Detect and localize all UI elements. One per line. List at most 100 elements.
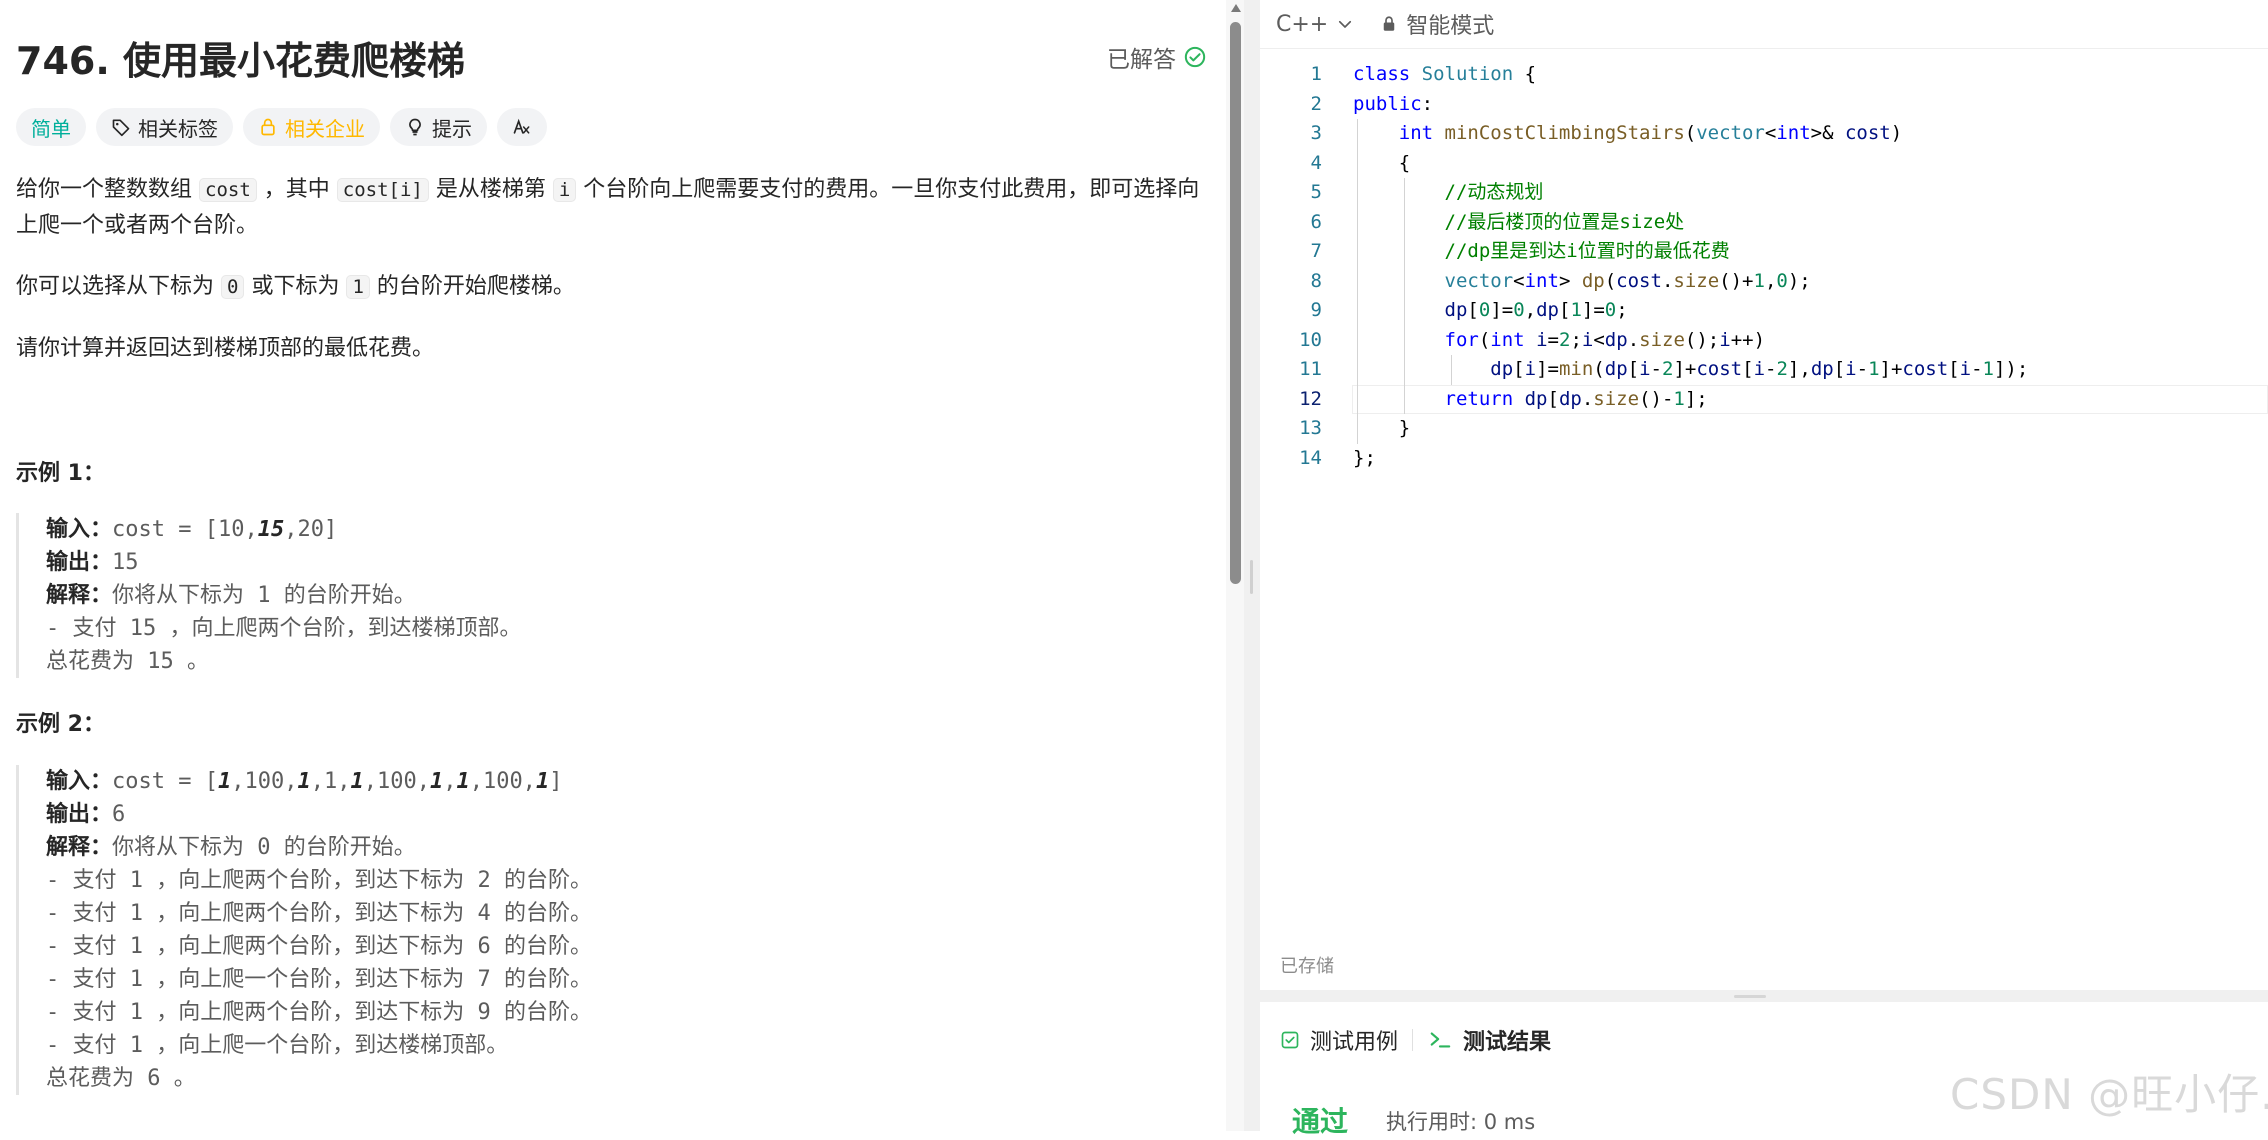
desc-text: ，其中 (256, 177, 337, 202)
input-text: ,100, (363, 769, 430, 794)
input-text: cost = [ (112, 769, 218, 794)
scrollbar-thumb[interactable] (1230, 22, 1241, 584)
tab-test-result[interactable]: 测试结果 (1427, 1024, 1551, 1056)
inline-code: i (552, 178, 577, 202)
language-selector[interactable]: C++ (1276, 12, 1354, 37)
language-label: C++ (1276, 11, 1329, 37)
output-label: 输出： (46, 550, 113, 575)
desc-text: 给你一个整数数组 (16, 177, 199, 202)
example-explanation: 解释：你将从下标为 0 的台阶开始。 (46, 831, 1226, 864)
code-line: 6 //最后楼顶的位置是size处 (1260, 207, 2268, 237)
lock-icon (261, 118, 275, 136)
explain-text: 你将从下标为 0 的台阶开始。 (112, 835, 416, 860)
input-emphasis: 15 (257, 517, 285, 542)
desc-text: 或下标为 (244, 274, 347, 299)
explain-line: - 支付 1 ，向上爬两个台阶，到达下标为 6 的台阶。 (46, 934, 592, 959)
code-line: 14}; (1260, 444, 2268, 474)
runtime-text: 执行用时: 0 ms (1386, 1110, 1536, 1134)
example-2-block: 输入：cost = [1,100,1,1,1,100,1,1,100,1] 输出… (16, 765, 1226, 1095)
translate-button[interactable] (497, 108, 547, 146)
problem-title: 746. 使用最小花费爬楼梯 (16, 39, 465, 83)
checkbox-icon (1281, 1031, 1299, 1049)
code-line: 11 dp[i]=min(dp[i-2]+cost[i-2],dp[i-1]+c… (1260, 355, 2268, 385)
explain-text: 你将从下标为 1 的台阶开始。 (112, 583, 416, 608)
tab-testcase[interactable]: 测试用例 (1280, 1024, 1398, 1056)
input-emphasis: 1 (297, 769, 311, 794)
example-1-block: 输入：cost = [10,15,20] 输出：15 解释：你将从下标为 1 的… (16, 513, 1226, 678)
explain-label: 解释： (46, 583, 113, 608)
input-emphasis: 1 (429, 769, 444, 794)
smart-mode-toggle[interactable]: 智能模式 (1380, 8, 1494, 40)
line-number: 14 (1299, 446, 1322, 469)
input-emphasis: 1 (456, 769, 470, 794)
line-number: 8 (1310, 269, 1322, 292)
splitter-grip[interactable] (1250, 560, 1253, 594)
input-text: ] (549, 769, 563, 794)
hint-button[interactable]: 提示 (390, 108, 487, 146)
code-line: 9 dp[0]=0,dp[1]=0; (1260, 296, 2268, 326)
line-number: 7 (1310, 240, 1322, 262)
editor-toolbar: C++ 智能模式 (1260, 0, 2268, 49)
input-text: ,20] (284, 517, 338, 542)
code-line: 2 public: (1260, 90, 2268, 120)
code-line-active: 12 return dp[dp.size()-1]; (1260, 384, 2268, 414)
code-text: class Solution { (1353, 63, 1537, 85)
solved-status: 已解答 (1107, 40, 1206, 74)
code-line: 1 class Solution { (1260, 60, 2268, 90)
related-tags-label: 相关标签 (138, 116, 218, 141)
line-number: 2 (1310, 92, 1322, 115)
explain-line: 总花费为 6 。 (46, 1066, 196, 1091)
code-line: 7 //dp里是到达i位置时的最低花费 (1260, 237, 2268, 267)
input-text: ,100, (231, 769, 298, 794)
result-status: 通过 (1292, 1105, 1349, 1138)
bottom-panel-resize-handle[interactable] (1260, 992, 2268, 1002)
line-number: 13 (1299, 417, 1322, 439)
input-emphasis: 1 (217, 769, 232, 794)
example-output: 输出：15 (46, 546, 1226, 579)
code-area[interactable]: 1 class Solution { 2 public: 3 int minCost… (1260, 60, 2268, 473)
scroll-up-arrow-icon[interactable] (1231, 4, 1241, 12)
description-paragraph-2: 你可以选择从下标为 0 或下标为 1 的台阶开始爬楼梯。 (16, 269, 1206, 305)
lightbulb-icon (409, 118, 421, 136)
code-text: } (1353, 417, 1411, 439)
related-companies-button[interactable]: 相关企业 (243, 108, 380, 146)
code-text: //最后楼顶的位置是size处 (1444, 210, 1685, 233)
input-label: 输入： (46, 769, 113, 794)
code-editor: C++ 智能模式 1 class Solution { 2 public: 3 in… (1260, 0, 2268, 990)
problem-scrollbar[interactable] (1226, 0, 1244, 1131)
input-text: ,100, (469, 769, 536, 794)
solved-label: 已解答 (1107, 47, 1176, 73)
line-number: 5 (1310, 181, 1322, 203)
difficulty-tag[interactable]: 简单 (16, 108, 86, 146)
desc-text: 的台阶开始爬楼梯。 (369, 274, 575, 299)
code-text: //dp里是到达i位置时的最低花费 (1444, 240, 1730, 262)
line-number: 4 (1310, 151, 1322, 174)
inline-code: cost (199, 178, 257, 202)
example-input: 输入：cost = [1,100,1,1,1,100,1,1,100,1] (46, 765, 1226, 798)
output-label: 输出： (46, 802, 113, 827)
difficulty-label: 简单 (31, 116, 71, 141)
input-text: , (443, 769, 457, 794)
terminal-icon (1430, 1032, 1451, 1048)
input-emphasis: 1 (535, 769, 550, 794)
explain-line: - 支付 1 ，向上爬两个台阶，到达下标为 4 的台阶。 (46, 901, 592, 926)
code-line: 4 { (1260, 148, 2268, 178)
tab-test-result-label: 测试结果 (1463, 1030, 1552, 1055)
line-number: 9 (1310, 299, 1322, 321)
explain-line: - 支付 1 ，向上爬两个台阶，到达下标为 2 的台阶。 (46, 868, 592, 893)
code-line: 13 } (1260, 414, 2268, 444)
explain-line: - 支付 1 ，向上爬一个台阶，到达下标为 7 的台阶。 (46, 967, 592, 992)
code-text: public: (1353, 92, 1434, 115)
example-output: 输出：6 (46, 798, 1226, 831)
code-text: }; (1353, 446, 1376, 469)
explain-line: 总花费为 15 。 (46, 649, 209, 674)
example-2-title: 示例 2： (16, 712, 105, 737)
panel-splitter[interactable] (1244, 0, 1260, 1131)
line-number: 3 (1310, 122, 1322, 144)
watermark: CSDN @旺小仔. (1950, 1070, 2268, 1119)
related-tags-button[interactable]: 相关标签 (96, 108, 233, 146)
line-number: 10 (1299, 328, 1322, 351)
code-line: 8 vector<int> dp(cost.size()+1,0); (1260, 266, 2268, 296)
explain-line: - 支付 1 ，向上爬两个台阶，到达下标为 9 的台阶。 (46, 1000, 592, 1025)
lock-icon (1383, 16, 1395, 31)
